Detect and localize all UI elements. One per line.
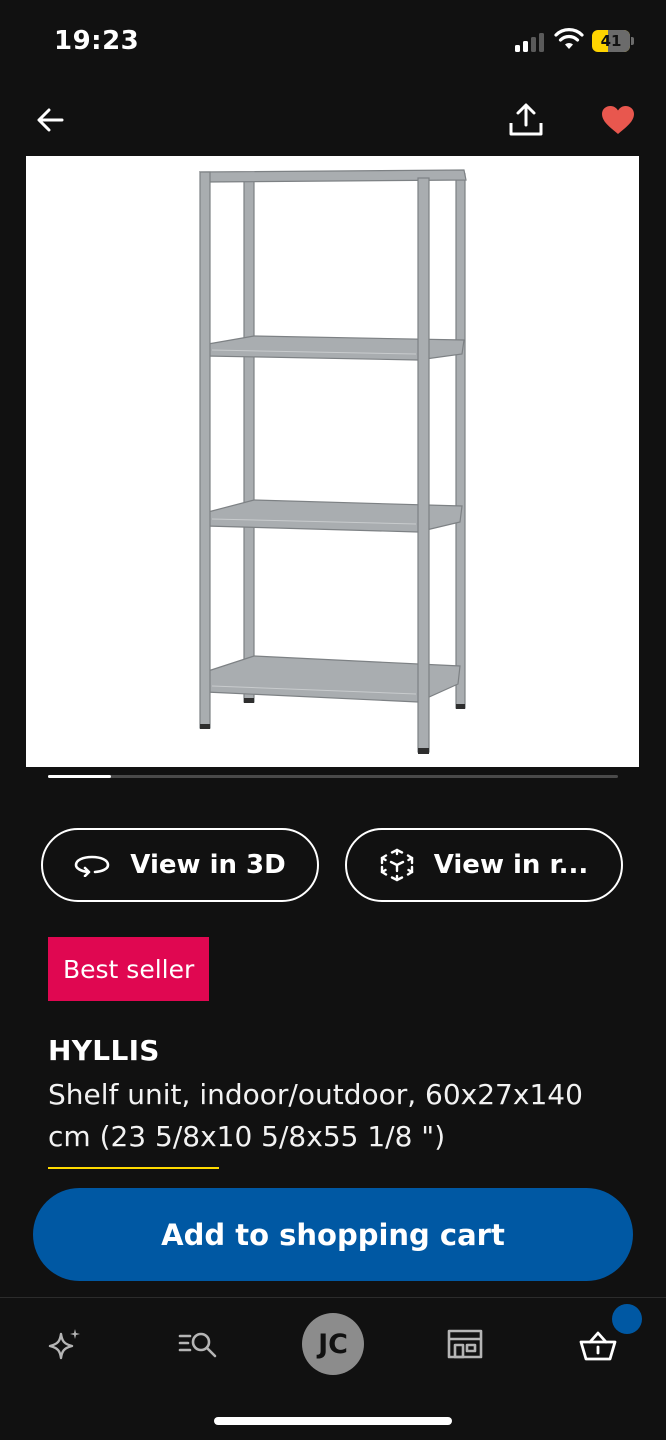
shelf-unit-image [198, 169, 467, 754]
view-in-3d-button[interactable]: View in 3D [41, 828, 319, 902]
image-carousel-indicator [48, 775, 618, 778]
tab-search[interactable] [163, 1314, 233, 1374]
tab-profile[interactable]: JC [298, 1313, 368, 1375]
rotate-3d-icon [74, 855, 110, 877]
add-to-cart-button[interactable]: Add to shopping cart [33, 1188, 633, 1281]
heart-icon [602, 106, 634, 134]
store-icon [447, 1329, 483, 1359]
top-navigation [0, 90, 666, 150]
status-time: 19:23 [54, 26, 140, 56]
battery-indicator: 41 [592, 30, 634, 52]
home-indicator [214, 1417, 452, 1425]
battery-level: 41 [600, 32, 622, 50]
share-icon [509, 103, 543, 136]
tab-stores[interactable] [430, 1314, 500, 1374]
product-name: HYLLIS [48, 1034, 160, 1067]
status-bar: 19:23 41 [0, 0, 666, 80]
augmented-reality-icon [380, 848, 413, 882]
cart-notification-dot [612, 1304, 642, 1334]
best-seller-badge: Best seller [48, 937, 210, 1001]
product-description: Shelf unit, indoor/outdoor, 60x27x140 cm… [48, 1078, 583, 1153]
product-image[interactable] [26, 156, 639, 767]
tab-inspiration[interactable] [30, 1314, 100, 1374]
favorite-button[interactable] [594, 96, 642, 144]
description-underline [48, 1167, 219, 1169]
view-in-room-label: View in r... [433, 850, 589, 880]
basket-icon [579, 1331, 617, 1361]
back-button[interactable] [28, 98, 72, 142]
share-button[interactable] [502, 96, 550, 144]
arrow-left-icon [37, 108, 64, 132]
avatar: JC [302, 1313, 364, 1375]
cell-signal-icon [515, 33, 544, 52]
view-in-3d-label: View in 3D [130, 850, 286, 880]
tab-cart[interactable] [563, 1304, 642, 1374]
sparkle-icon [48, 1329, 80, 1360]
view-in-room-button[interactable]: View in r... [345, 828, 623, 902]
carousel-progress [48, 775, 111, 778]
wifi-icon [554, 28, 584, 49]
search-list-icon [178, 1332, 217, 1358]
